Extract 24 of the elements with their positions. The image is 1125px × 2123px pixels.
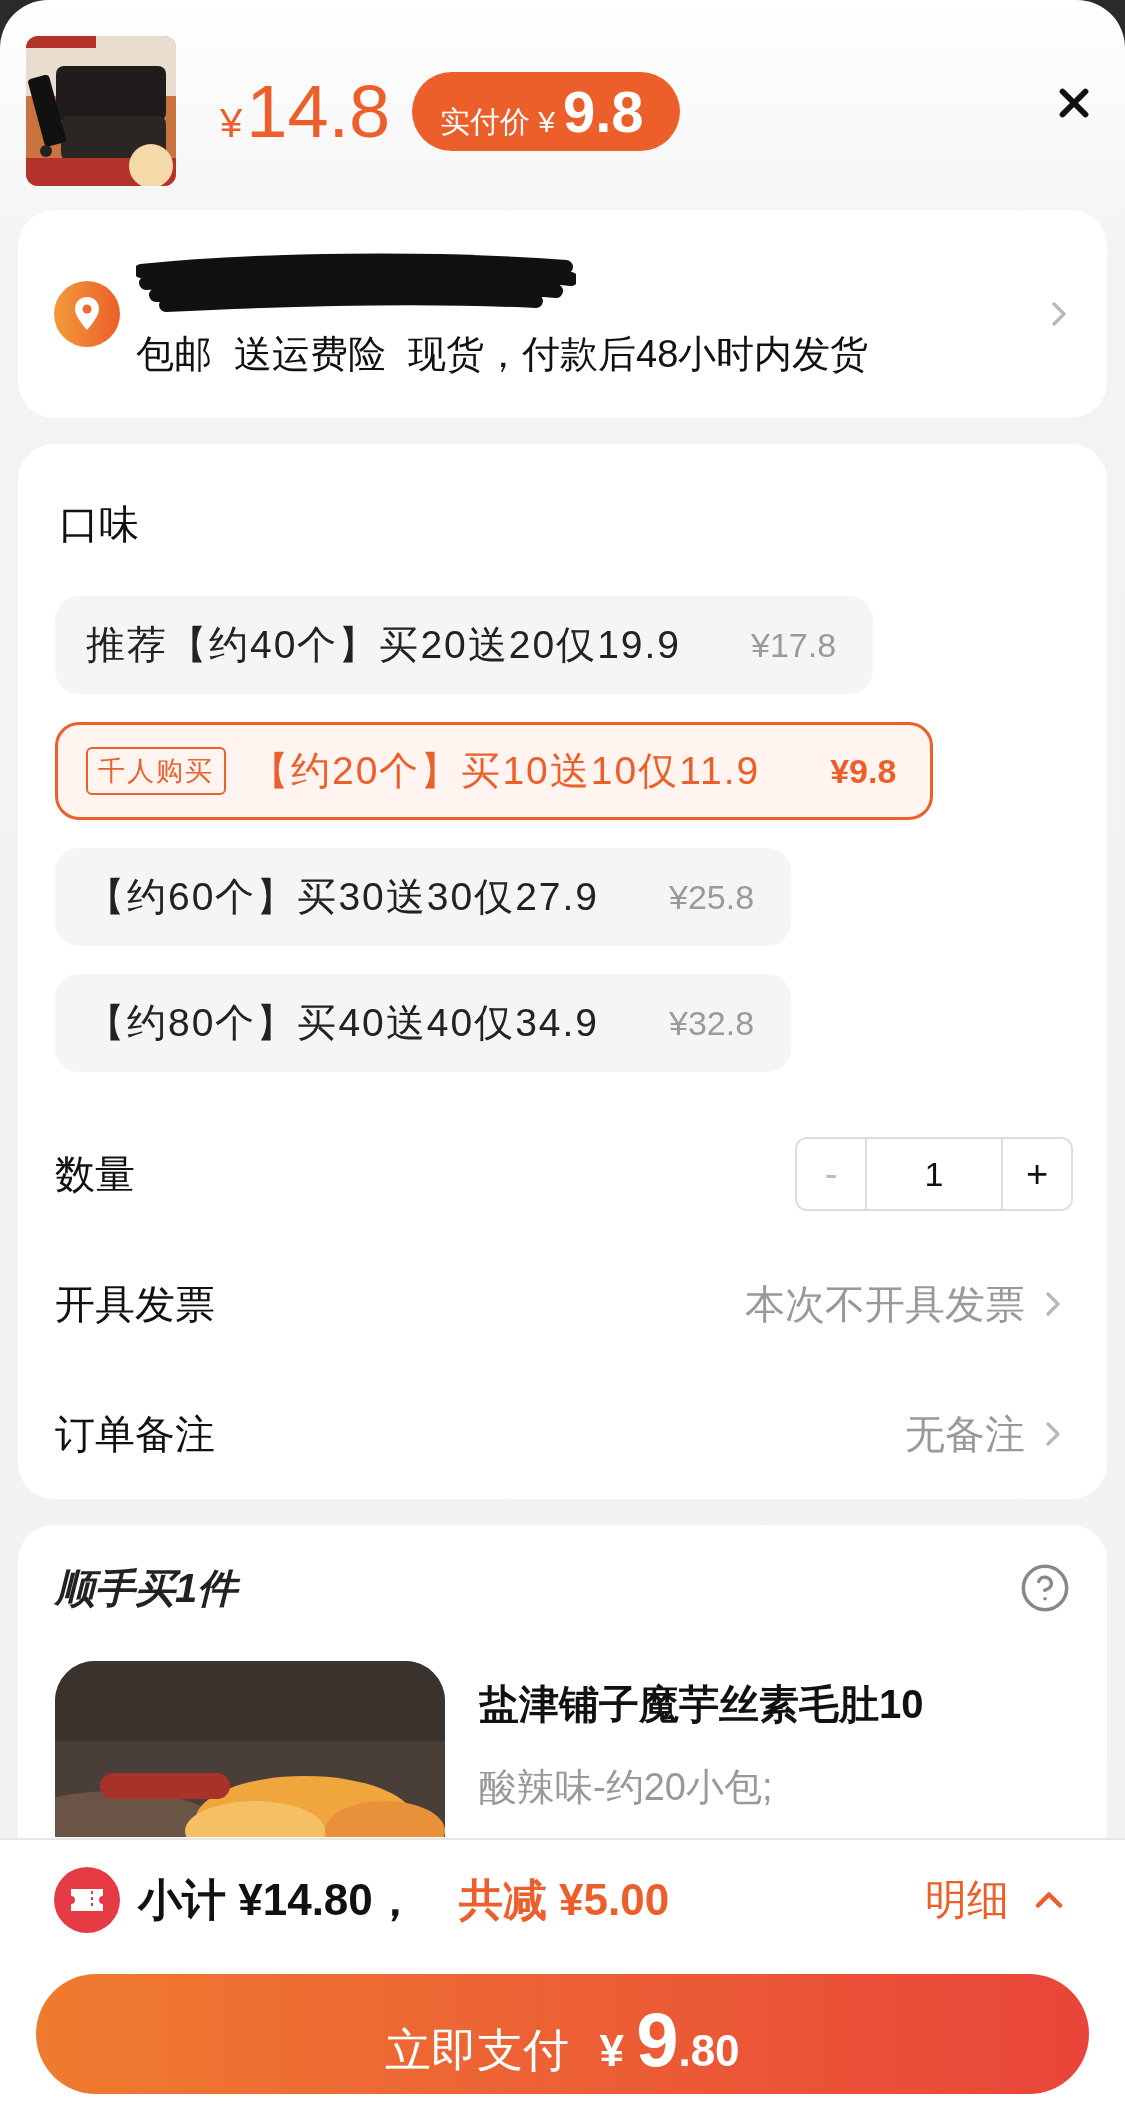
section-title: 口味 (58, 501, 140, 548)
delivery-info: 送运费险 (234, 331, 386, 377)
flavor-option[interactable]: 【约60个】买30送30仅27.9 ¥25.8 (55, 848, 792, 946)
quantity-label: 数量 (55, 1150, 135, 1198)
pay-price-badge: 实付价 ¥9.8 (412, 71, 680, 151)
product-variant: 酸辣味-约20小包; (479, 1765, 774, 1810)
flavor-option[interactable]: 【约80个】买40送40仅34.9 ¥32.8 (55, 974, 792, 1072)
section-title: 顺手买1件 (55, 1564, 238, 1612)
original-price: ¥14.8 (220, 68, 391, 154)
product-name: 盐津铺子魔芋丝素毛肚10 (479, 1681, 924, 1728)
pay-now-button[interactable]: 立即支付 ¥ 9.80 (36, 1974, 1089, 2094)
row-label: 开具发票 (55, 1280, 215, 1328)
row-label: 订单备注 (55, 1410, 215, 1458)
popular-tag: 千人购买 (86, 747, 226, 795)
discount-text: 共减 ¥5.00 (458, 1873, 671, 1926)
flavor-option[interactable]: 推荐【约40个】买20送20仅19.9 ¥17.8 (55, 596, 874, 694)
location-pin-icon (54, 281, 120, 347)
coupon-icon (54, 1867, 120, 1933)
quantity-input[interactable]: 1 (867, 1139, 1001, 1209)
address-card[interactable]: 包邮 送运费险 现货，付款后48小时内发货 (18, 210, 1107, 418)
delivery-info: 包邮 (136, 331, 212, 377)
delivery-info: 现货，付款后48小时内发货 (408, 331, 869, 377)
help-icon[interactable] (1019, 1562, 1071, 1614)
subtotal-text: 小计 ¥14.80， (138, 1873, 417, 1926)
